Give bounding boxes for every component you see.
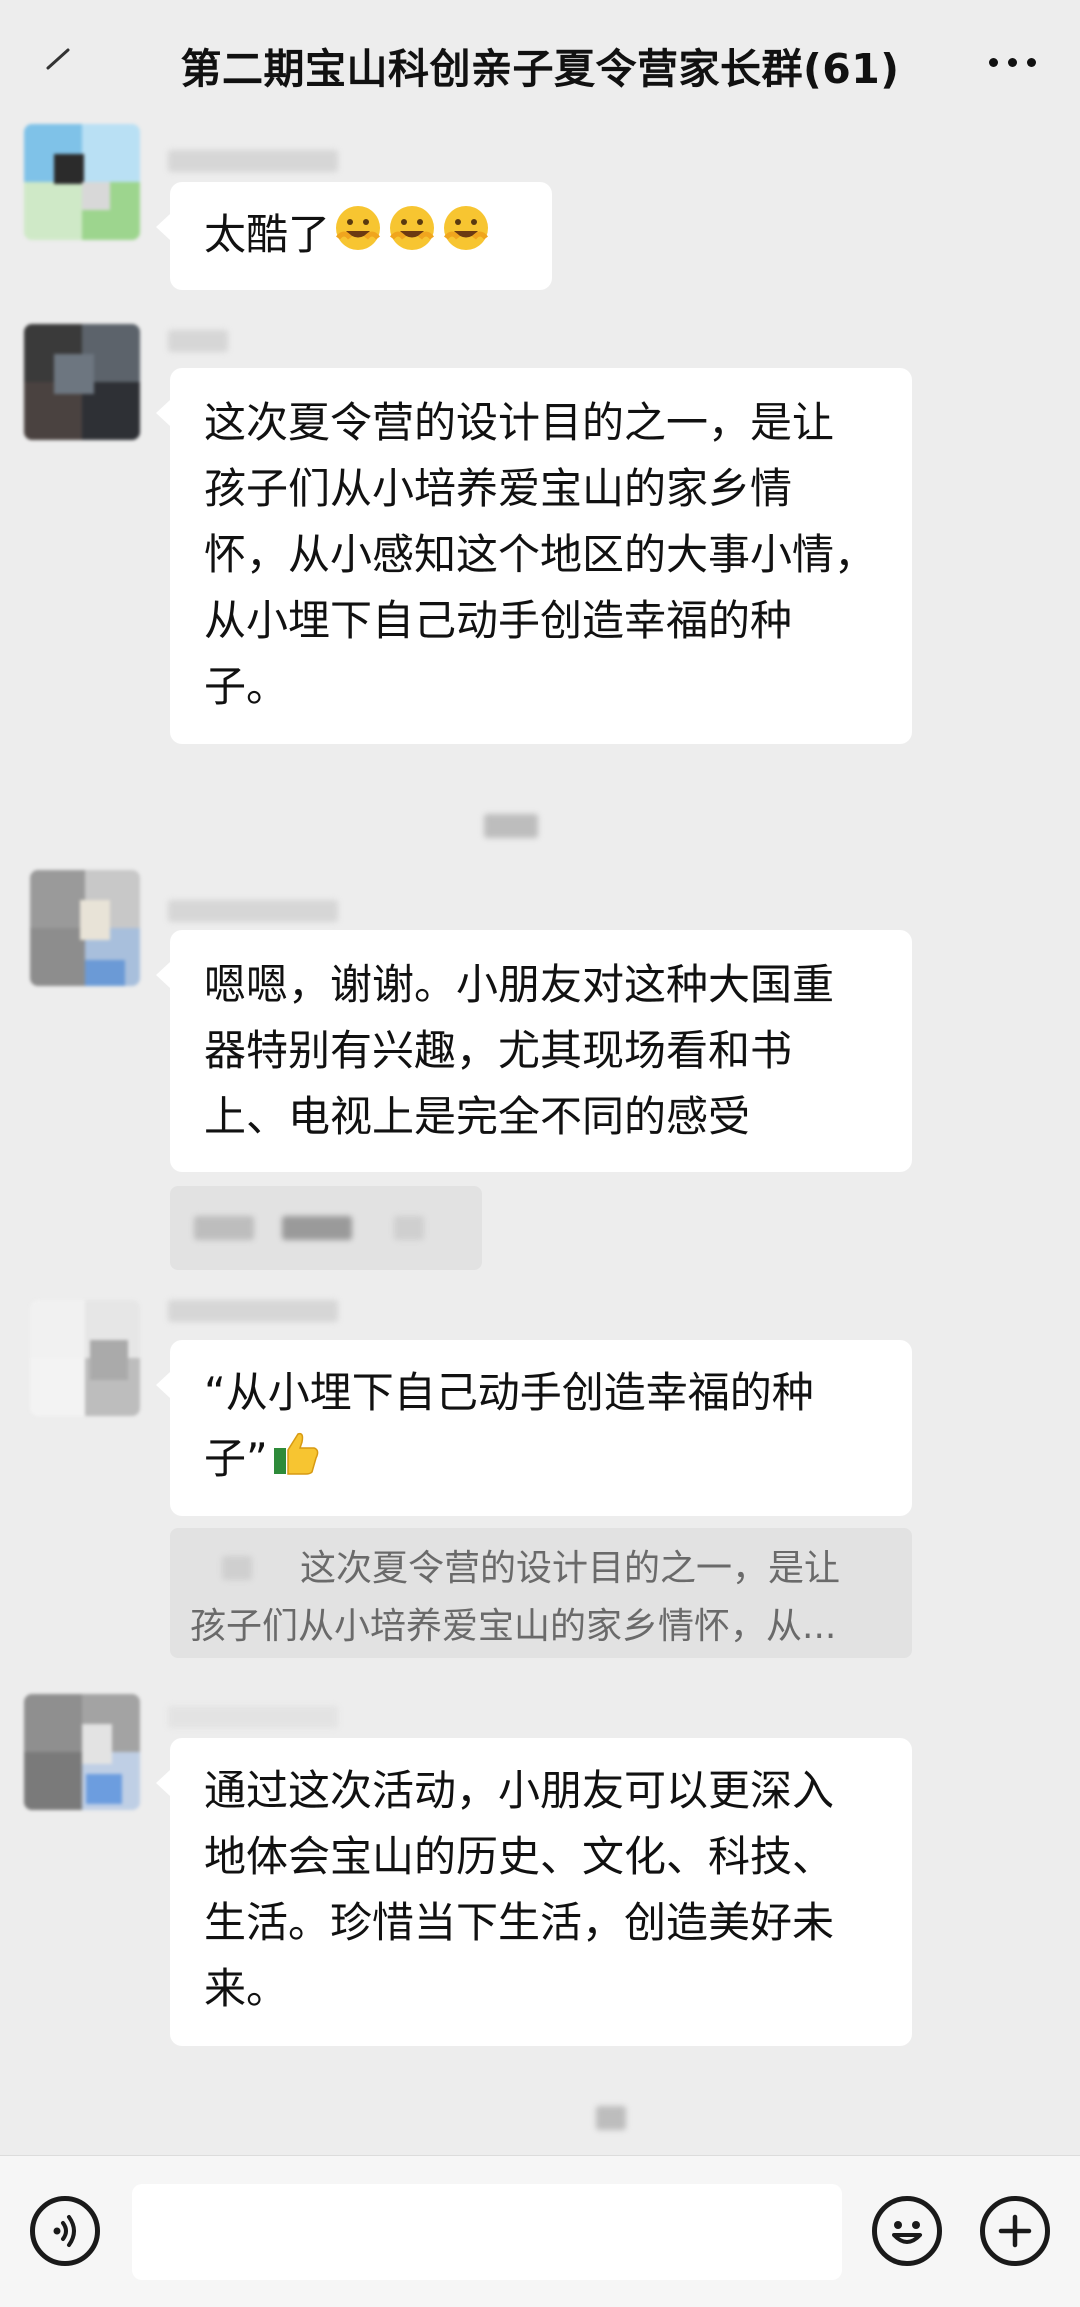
grinning-face-icon bbox=[332, 202, 384, 273]
avatar[interactable] bbox=[30, 1300, 140, 1416]
message-text-line: 从小埋下自己动手创造幸福的种 bbox=[204, 596, 793, 645]
timestamp bbox=[596, 2106, 626, 2130]
message-text-line: 子” bbox=[204, 1426, 878, 1497]
message-text-line: 生活。珍惜当下生活，创造美好未 bbox=[204, 1898, 835, 1947]
sender-name bbox=[168, 1706, 338, 1728]
timestamp bbox=[484, 814, 538, 838]
thumbs-up-icon bbox=[270, 1426, 322, 1497]
sender-name bbox=[168, 330, 228, 352]
chat-title: 第二期宝山科创亲子夏令营家长群(61) bbox=[180, 45, 900, 93]
more-options-icon[interactable] bbox=[989, 58, 1036, 67]
plus-icon[interactable] bbox=[980, 2196, 1050, 2266]
grinning-face-icon bbox=[386, 202, 438, 273]
grinning-face-icon bbox=[440, 202, 492, 273]
quoted-message[interactable]: 这次夏令营的设计目的之一，是让 孩子们从小培养爱宝山的家乡情怀，从... bbox=[170, 1528, 912, 1658]
message-text-line: 怀，从小感知这个地区的大事小情， bbox=[204, 530, 877, 579]
message-text: 太酷了 bbox=[204, 202, 518, 273]
voice-icon[interactable] bbox=[30, 2196, 100, 2266]
sender-name bbox=[168, 900, 338, 922]
sender-name bbox=[168, 150, 338, 172]
avatar[interactable] bbox=[24, 1694, 140, 1810]
quoted-message[interactable] bbox=[170, 1186, 482, 1270]
avatar[interactable] bbox=[24, 324, 140, 440]
quoted-text-line: 这次夏令营的设计目的之一，是让 bbox=[300, 1548, 841, 1589]
message-input[interactable] bbox=[132, 2184, 842, 2280]
message-text-line: 这次夏令营的设计目的之一，是让 bbox=[204, 398, 835, 447]
chat-header: 第二期宝山科创亲子夏令营家长群(61) bbox=[0, 0, 1080, 130]
avatar[interactable] bbox=[24, 124, 140, 240]
message-text-line: “从小埋下自己动手创造幸福的种 bbox=[204, 1368, 814, 1417]
back-icon[interactable] bbox=[38, 38, 78, 78]
sender-name bbox=[168, 1300, 338, 1322]
message-bubble[interactable]: 通过这次活动，小朋友可以更深入 地体会宝山的历史、文化、科技、 生活。珍惜当下生… bbox=[156, 1738, 912, 2046]
message-text-line: 通过这次活动，小朋友可以更深入 bbox=[204, 1766, 835, 1815]
message-text-line: 来。 bbox=[204, 1964, 289, 2013]
quoted-text-line: 孩子们从小培养爱宝山的家乡情怀，从... bbox=[190, 1606, 837, 1647]
message-bubble[interactable]: 嗯嗯，谢谢。小朋友对这种大国重 器特别有兴趣，尤其现场看和书 上、电视上是完全不… bbox=[156, 930, 912, 1172]
message-bubble[interactable]: 这次夏令营的设计目的之一，是让 孩子们从小培养爱宝山的家乡情 怀，从小感知这个地… bbox=[156, 368, 912, 744]
message-text-line: 嗯嗯，谢谢。小朋友对这种大国重 bbox=[204, 960, 835, 1009]
message-bubble[interactable]: “从小埋下自己动手创造幸福的种 子” bbox=[156, 1340, 912, 1516]
input-bar bbox=[0, 2155, 1080, 2307]
message-text-line: 地体会宝山的历史、文化、科技、 bbox=[204, 1832, 835, 1881]
message-text-line: 上、电视上是完全不同的感受 bbox=[204, 1092, 751, 1141]
avatar[interactable] bbox=[30, 870, 140, 986]
message-text-line: 器特别有兴趣，尤其现场看和书 bbox=[204, 1026, 793, 1075]
message-text-line: 子。 bbox=[204, 662, 289, 711]
message-text-line: 孩子们从小培养爱宝山的家乡情 bbox=[204, 464, 793, 513]
emoji-icon[interactable] bbox=[872, 2196, 942, 2266]
message-bubble[interactable]: 太酷了 bbox=[156, 182, 552, 290]
